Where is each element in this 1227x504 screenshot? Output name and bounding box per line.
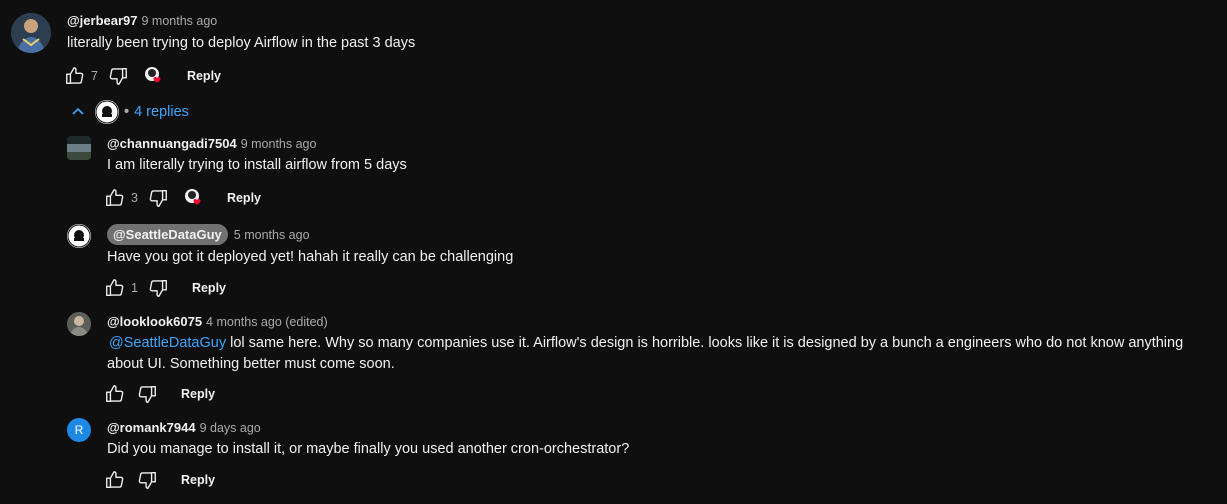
reply-text: I am literally trying to install airflow… [107, 157, 407, 173]
avatar-image [67, 312, 91, 336]
reply-actions: Reply [103, 468, 215, 492]
comment-author[interactable]: @jerbear97 [67, 13, 138, 28]
creator-heart-icon [184, 189, 201, 205]
like-count: 3 [131, 191, 138, 205]
chevron-up-icon [72, 107, 84, 115]
creator-heart [182, 186, 206, 210]
reply-actions: 3 Reply [103, 186, 261, 210]
comment-actions: 7 Reply [63, 64, 221, 88]
thumb-down-icon [109, 67, 127, 85]
replies-bullet: • [124, 104, 130, 120]
reply-text: Have you got it deployed yet! hahah it r… [107, 249, 514, 265]
dislike-button[interactable] [135, 382, 159, 406]
reply-time[interactable]: 4 months ago (edited) [206, 315, 328, 329]
thumb-down-icon [149, 189, 167, 207]
mention-link[interactable]: @SeattleDataGuy [109, 335, 226, 351]
reply-time[interactable]: 9 months ago [241, 137, 317, 151]
dislike-button[interactable] [106, 64, 130, 88]
reply-header: @channuangadi7504 9 months ago [107, 136, 316, 151]
reply-button[interactable]: Reply [187, 69, 221, 83]
thumb-down-icon [138, 471, 156, 489]
comment-time[interactable]: 9 months ago [142, 14, 218, 28]
reply-header: @SeattleDataGuy 5 months ago [107, 224, 310, 245]
reply-actions: Reply [103, 382, 215, 406]
reply-text: @SeattleDataGuy lol same here. Why so ma… [107, 333, 1212, 375]
avatar-image [11, 13, 51, 53]
reply-author[interactable]: @romank7944 [107, 420, 196, 435]
thumb-up-icon [106, 189, 124, 207]
reply-author[interactable]: @looklook6075 [107, 314, 202, 329]
avatar-letter: R [74, 423, 84, 437]
avatar-romank7944[interactable]: R [67, 418, 91, 442]
avatar-channuangadi7504[interactable] [67, 136, 91, 160]
reply-author[interactable]: @channuangadi7504 [107, 136, 237, 151]
creator-heart-icon [144, 67, 161, 83]
seattledataguy-logo-icon [67, 224, 91, 248]
reply-author-creator-badge[interactable]: @SeattleDataGuy [107, 224, 228, 245]
seattledataguy-logo-icon [95, 100, 119, 124]
reply-button[interactable]: Reply [181, 387, 215, 401]
dislike-button[interactable] [146, 186, 170, 210]
avatar-image [67, 136, 91, 160]
reply-header: @looklook6075 4 months ago (edited) [107, 314, 328, 329]
thumb-up-icon [106, 279, 124, 297]
avatar-jerbear97[interactable] [11, 13, 51, 53]
comment-text: literally been trying to deploy Airflow … [67, 35, 416, 51]
reply-time[interactable]: 5 months ago [234, 228, 310, 242]
reply-button[interactable]: Reply [181, 473, 215, 487]
reply-button[interactable]: Reply [227, 191, 261, 205]
thumb-up-icon [106, 471, 124, 489]
reply-header: @romank7944 9 days ago [107, 420, 261, 435]
avatar-seattledataguy[interactable] [67, 224, 91, 248]
creator-heart [142, 64, 166, 88]
like-button[interactable] [103, 276, 127, 300]
reply-button[interactable]: Reply [192, 281, 226, 295]
thumb-down-icon [138, 385, 156, 403]
reply-time[interactable]: 9 days ago [200, 421, 261, 435]
like-button[interactable] [103, 186, 127, 210]
reply-text: Did you manage to install it, or maybe f… [107, 441, 630, 457]
like-button[interactable] [103, 468, 127, 492]
reply-text-body: lol same here. Why so many companies use… [107, 335, 1184, 372]
dislike-button[interactable] [146, 276, 170, 300]
thumb-up-icon [66, 67, 84, 85]
like-count: 7 [91, 69, 98, 83]
thumb-down-icon [149, 279, 167, 297]
replies-toggle-button[interactable]: • 4 replies [70, 100, 189, 124]
comment-header: @jerbear97 9 months ago [67, 13, 217, 28]
like-button[interactable] [63, 64, 87, 88]
like-count: 1 [131, 281, 138, 295]
dislike-button[interactable] [135, 468, 159, 492]
replies-count: 4 replies [134, 104, 189, 120]
reply-actions: 1 Reply [103, 276, 226, 300]
avatar-looklook6075[interactable] [67, 312, 91, 336]
like-button[interactable] [103, 382, 127, 406]
thumb-up-icon [106, 385, 124, 403]
creator-avatar-small [95, 100, 119, 124]
